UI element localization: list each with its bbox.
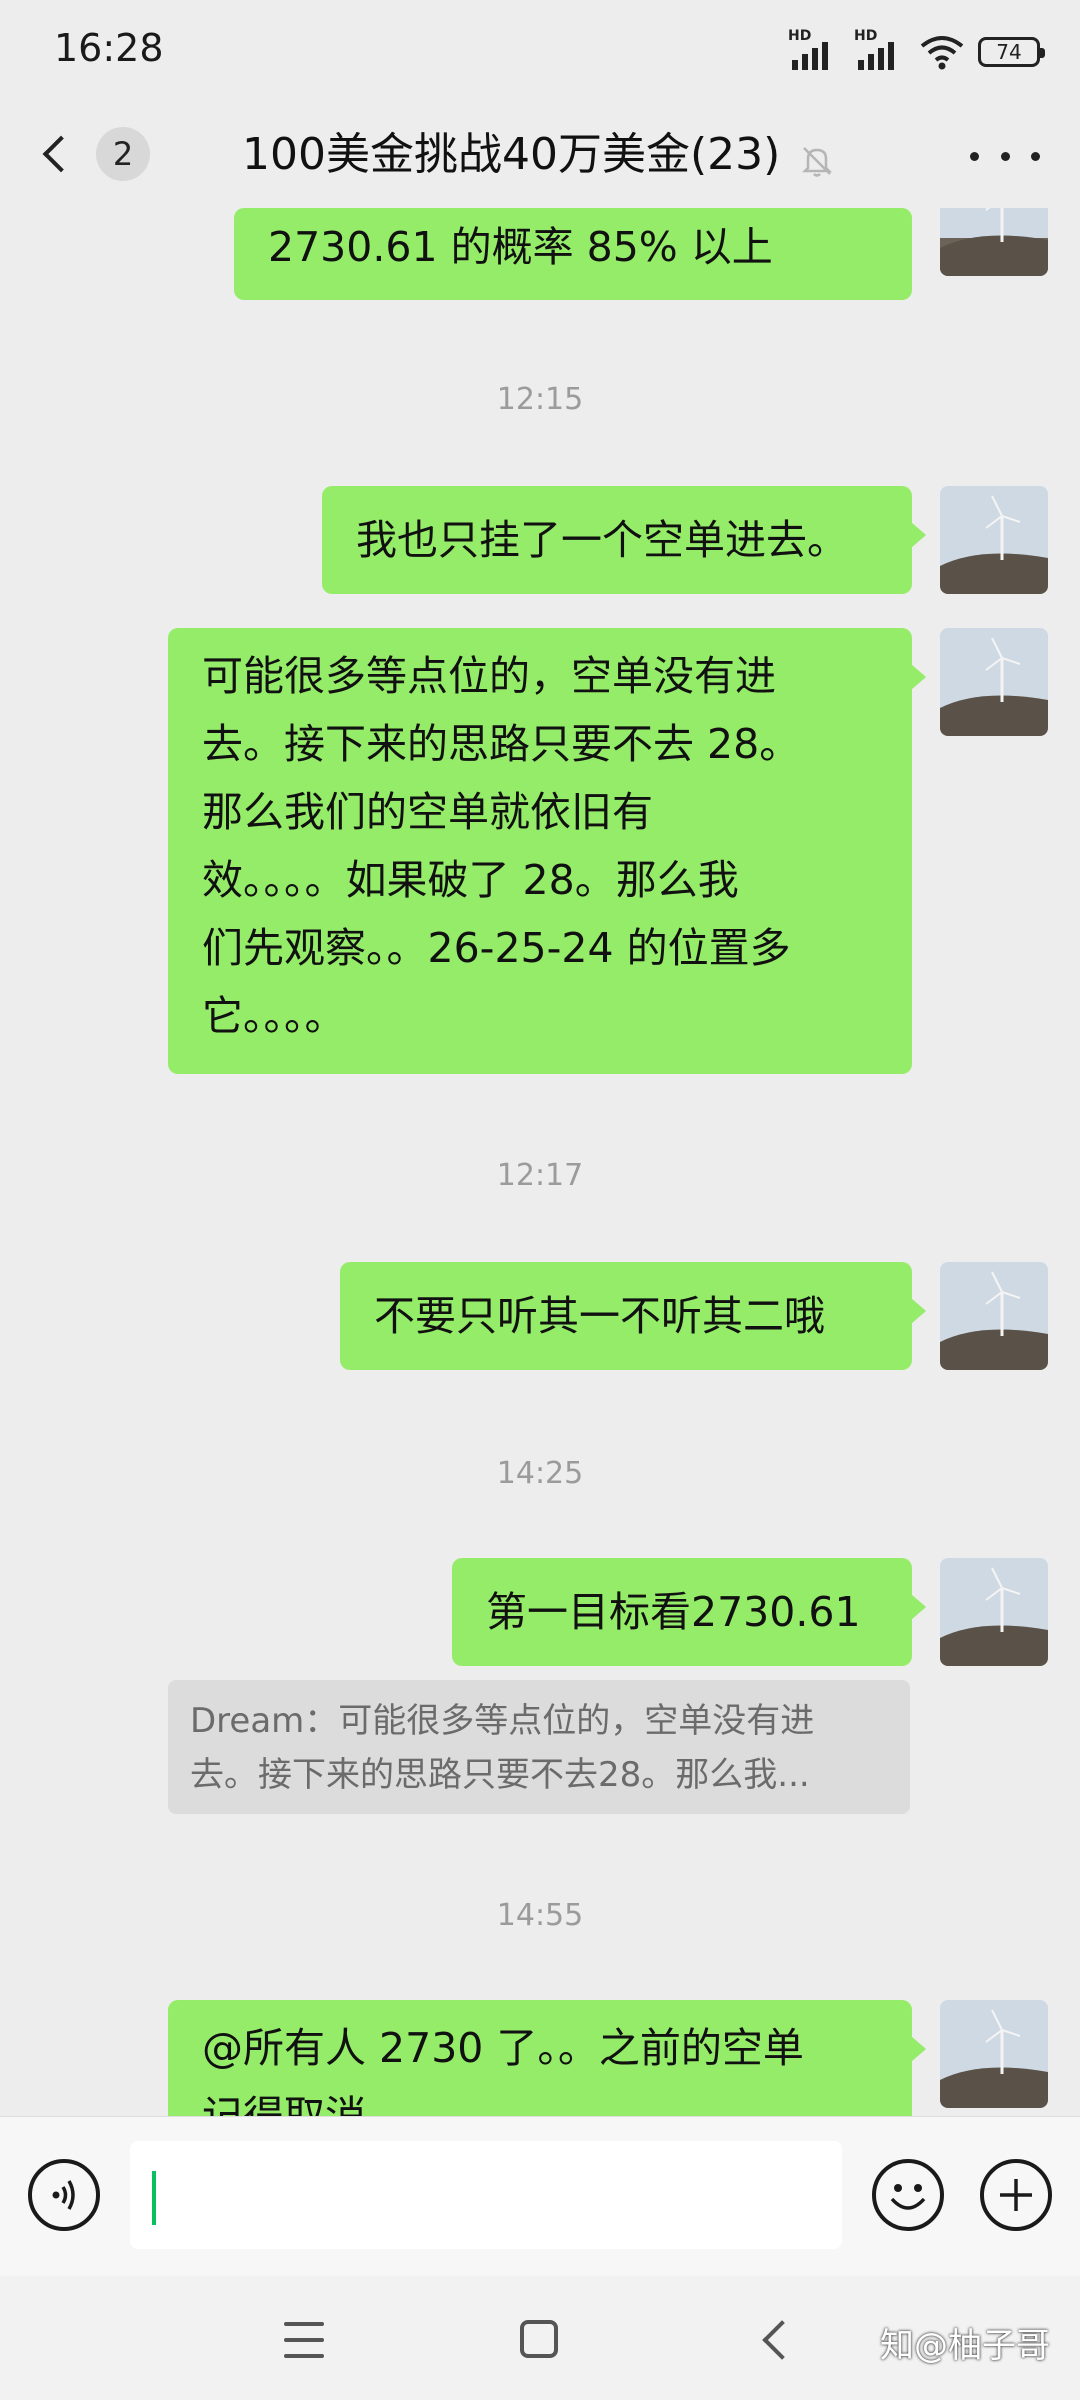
message-bubble[interactable]: 2730.61 的概率 85% 以上 [234,208,912,300]
avatar[interactable] [940,1262,1048,1370]
quote-text-line: 去。接下来的思路只要不去28。那么我... [190,1755,810,1795]
emoji-button[interactable] [872,2159,944,2231]
timestamp: 12:17 [496,1158,584,1193]
message-text-line: 记得取消 [202,2092,366,2116]
recent-apps-button[interactable] [284,2322,324,2358]
system-nav-bar: 知@柚子哥 [0,2276,1080,2400]
unread-count-badge: 2 [96,127,150,181]
message-bubble[interactable]: 不要只听其一不听其二哦 [340,1262,926,1370]
battery-level: 74 [996,40,1022,64]
message-text-line: 效。。。。如果破了 28。那么我 [202,856,739,904]
wifi-icon [920,36,964,70]
avatar[interactable] [940,208,1048,276]
input-bar [0,2116,1080,2277]
status-icons: HD HD 74 [788,28,1045,76]
timestamp: 14:55 [496,1898,584,1933]
status-time: 16:28 [54,26,164,70]
chevron-left-icon [42,135,80,173]
watermark: 知@柚子哥 [880,2326,1050,2366]
message-input[interactable] [130,2141,842,2249]
avatar[interactable] [940,2000,1048,2108]
signal-icon: HD [788,28,840,72]
message-bubble[interactable]: 可能很多等点位的，空单没有进 去。接下来的思路只要不去 28。 那么我们的空单就… [168,628,926,1074]
message-text-line: 那么我们的空单就依旧有 [202,788,653,836]
timestamp: 14:25 [496,1456,584,1491]
plus-icon [1000,2179,1032,2211]
signal-icon-2: HD [854,28,906,72]
message-text: 我也只挂了一个空单进去。 [356,516,848,564]
message-text-line: 去。接下来的思路只要不去 28。 [202,720,801,768]
quote-text-line: Dream：可能很多等点位的，空单没有进 [190,1701,815,1741]
message-bubble[interactable]: 第一目标看2730.61 [452,1558,926,1666]
message-text-line: 们先观察。。26-25-24 的位置多 [202,924,791,972]
message-text: 第一目标看2730.61 [486,1588,861,1636]
quoted-message[interactable]: Dream：可能很多等点位的，空单没有进 去。接下来的思路只要不去28。那么我.… [168,1680,910,1814]
message-text: 不要只听其一不听其二哦 [374,1292,825,1340]
system-back-button[interactable] [762,2320,802,2360]
more-actions-button[interactable] [980,2159,1052,2231]
more-icon [970,151,979,161]
chat-title: 100美金挑战40万美金(23) [242,129,781,180]
avatar[interactable] [940,486,1048,594]
avatar[interactable] [940,1558,1048,1666]
back-button[interactable]: 2 [30,122,160,186]
avatar[interactable] [940,628,1048,736]
message-text-line: 它。。。。 [202,992,346,1040]
message-list[interactable]: 2730.61 的概率 85% 以上 12:15 我也只挂了一个空单进去。 可能… [0,208,1080,2116]
voice-input-button[interactable] [28,2159,100,2231]
timestamp: 12:15 [496,382,584,417]
message-bubble[interactable]: 我也只挂了一个空单进去。 [322,486,926,594]
bell-off-icon [801,147,833,177]
more-button[interactable] [970,136,1040,176]
message-text: 2730.61 的概率 85% 以上 [268,223,773,271]
message-bubble[interactable]: @所有人 2730 了。。之前的空单 记得取消 [168,2000,926,2116]
smile-icon [890,2184,926,2210]
chat-header: 2 100美金挑战40万美金(23) [0,100,1080,208]
message-text-line: @所有人 2730 了。。之前的空单 [202,2024,804,2072]
text-caret [152,2171,156,2225]
home-button[interactable] [520,2320,558,2358]
message-text-line: 可能很多等点位的，空单没有进 [202,652,776,700]
status-bar: 16:28 HD HD 74 [0,0,1080,100]
voice-icon [52,2180,75,2210]
battery-icon: 74 [978,37,1045,67]
